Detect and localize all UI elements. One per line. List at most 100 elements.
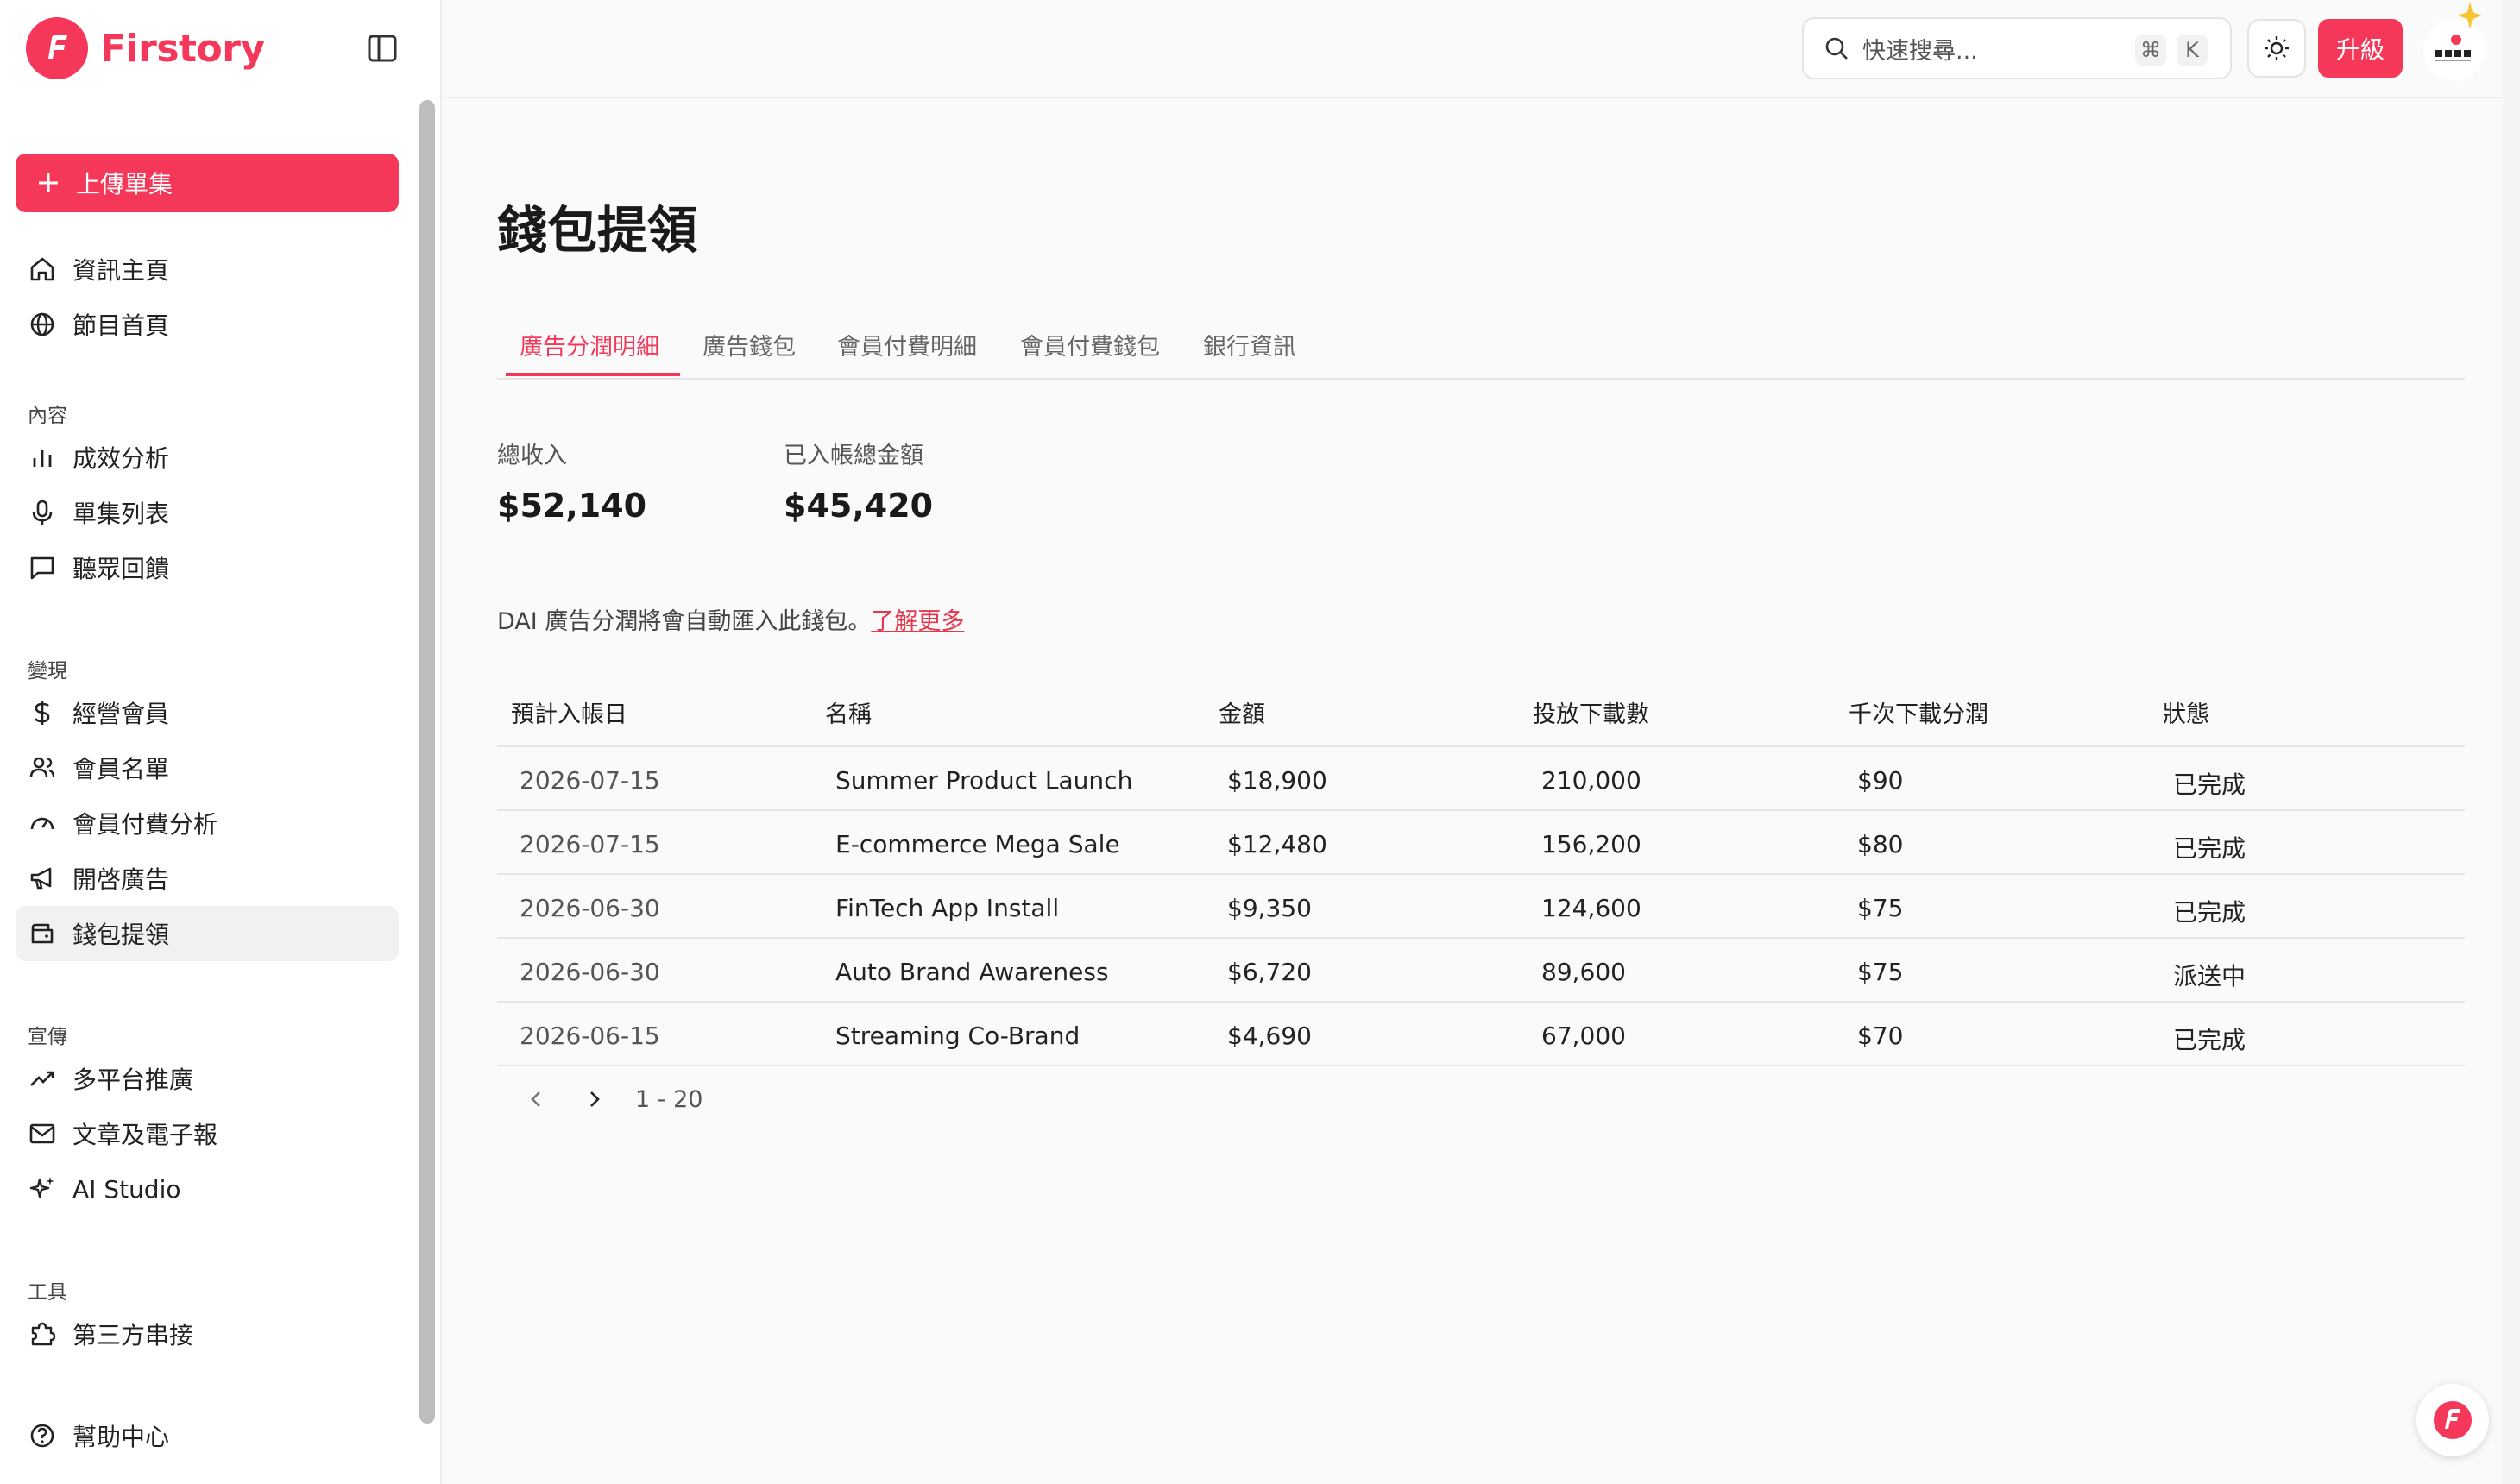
cell-amount: $4,690 <box>1227 1022 1312 1050</box>
cell-cpm: $70 <box>1857 1022 1904 1050</box>
total-income-value: $52,140 <box>497 487 647 525</box>
sidebar-scrollbar[interactable] <box>419 100 435 1424</box>
sidebar-item-membership[interactable]: 經營會員 <box>16 685 399 740</box>
shortcut-cmd-key: ⌘ <box>2135 35 2166 66</box>
sidebar-item-ai-studio[interactable]: AI Studio <box>16 1161 399 1217</box>
sidebar-item-multiplatform[interactable]: 多平台推廣 <box>16 1051 399 1106</box>
table-row[interactable]: 2026-07-15 Summer Product Launch $18,900 21… <box>497 747 2465 811</box>
sidebar-item-integrations[interactable]: 第三方串接 <box>16 1306 399 1361</box>
page-scrollbar[interactable] <box>2503 0 2520 1484</box>
app-root: Firstory 上傳單集 資訊主頁 節目首頁 內容 成效分析 單集列表 聽眾回… <box>0 0 2520 1484</box>
nav-section-promotion: 宣傳 多平台推廣 文章及電子報 AI Studio <box>16 1020 399 1217</box>
brand-logo[interactable]: Firstory <box>26 17 265 79</box>
sidebar-item-member-list[interactable]: 會員名單 <box>16 740 399 795</box>
sidebar-item-ads[interactable]: 開啓廣告 <box>16 851 399 906</box>
sidebar-item-label: 成效分析 <box>72 444 170 473</box>
tab-membership-wallet[interactable]: 會員付費錢包 <box>1020 328 1160 380</box>
nav-top: 資訊主頁 節目首頁 <box>16 242 399 352</box>
search-placeholder: 快速搜尋... <box>1862 37 1978 65</box>
table-header: 預計入帳日 名稱 金額 投放下載數 千次下載分潤 狀態 <box>497 685 2465 747</box>
column-header-cpm[interactable]: 千次下載分潤 <box>1849 695 1988 729</box>
help-chat-button[interactable] <box>2416 1384 2489 1456</box>
sidebar: Firstory 上傳單集 資訊主頁 節目首頁 內容 成效分析 單集列表 聽眾回… <box>0 0 442 1484</box>
chevron-left-icon[interactable] <box>521 1084 552 1115</box>
cell-status: 已完成 <box>2173 834 2246 863</box>
upload-episode-button[interactable]: 上傳單集 <box>16 154 399 212</box>
column-header-downloads[interactable]: 投放下載數 <box>1533 695 1649 729</box>
shortcut-k-key: K <box>2177 35 2208 66</box>
cell-status: 已完成 <box>2173 1026 2246 1054</box>
revenue-table: 預計入帳日 名稱 金額 投放下載數 千次下載分潤 狀態 2026-07-15 Su… <box>497 685 2465 1066</box>
column-header-date[interactable]: 預計入帳日 <box>511 695 627 729</box>
cell-downloads: 210,000 <box>1541 766 1641 795</box>
table-row[interactable]: 2026-06-15 Streaming Co-Brand $4,690 67,000… <box>497 1003 2465 1066</box>
wallet-icon <box>31 923 54 944</box>
plus-icon <box>39 173 58 192</box>
tab-membership-details[interactable]: 會員付費明細 <box>837 328 977 380</box>
sidebar-item-episodes[interactable]: 單集列表 <box>16 485 399 540</box>
sidebar-item-dashboard[interactable]: 資訊主頁 <box>16 242 399 297</box>
sidebar-item-label: 幫助中心 <box>72 1423 170 1451</box>
cell-date: 2026-06-30 <box>520 894 660 922</box>
sidebar-item-help[interactable]: 幫助中心 <box>16 1408 399 1463</box>
sidebar-item-label: 經營會員 <box>72 700 170 728</box>
column-header-name[interactable]: 名稱 <box>825 695 872 729</box>
section-title: 變現 <box>28 660 67 682</box>
cell-amount: $9,350 <box>1227 894 1312 922</box>
sidebar-item-newsletter[interactable]: 文章及電子報 <box>16 1106 399 1161</box>
users-icon <box>29 757 55 778</box>
sidebar-toggle-icon[interactable] <box>366 33 402 64</box>
dollar-icon <box>34 701 50 725</box>
sparkles-icon <box>29 1177 54 1198</box>
puzzle-icon <box>31 1322 56 1346</box>
credited-total-value: $45,420 <box>784 487 934 525</box>
table-row[interactable]: 2026-06-30 FinTech App Install $9,350 124,6… <box>497 875 2465 939</box>
chevron-right-icon[interactable] <box>578 1084 609 1115</box>
cell-amount: $12,480 <box>1227 830 1327 858</box>
table-row[interactable]: 2026-07-15 E-commerce Mega Sale $12,480 156… <box>497 811 2465 875</box>
tab-bank-info[interactable]: 銀行資訊 <box>1203 328 1296 380</box>
page-title: 錢包提領 <box>497 201 698 260</box>
tab-ad-wallet[interactable]: 廣告錢包 <box>702 328 796 380</box>
sidebar-item-label: 單集列表 <box>72 500 170 528</box>
credited-total-label: 已入帳總金額 <box>784 443 923 469</box>
cell-amount: $18,900 <box>1227 766 1327 795</box>
cell-downloads: 67,000 <box>1541 1022 1626 1050</box>
cell-cpm: $75 <box>1857 894 1904 922</box>
cell-date: 2026-07-15 <box>520 766 660 795</box>
cell-downloads: 89,600 <box>1541 958 1626 986</box>
table-row[interactable]: 2026-06-30 Auto Brand Awareness $6,720 89,6… <box>497 939 2465 1003</box>
column-header-amount[interactable]: 金額 <box>1219 695 1265 729</box>
search-input[interactable]: 快速搜尋... ⌘ K <box>1802 17 2232 79</box>
cell-date: 2026-06-30 <box>520 958 660 986</box>
sidebar-item-show-home[interactable]: 節目首頁 <box>16 297 399 352</box>
cell-name: Auto Brand Awareness <box>835 958 1109 986</box>
bar-chart-icon <box>33 450 52 467</box>
sidebar-item-wallet[interactable]: 錢包提領 <box>16 906 399 961</box>
sidebar-item-member-analytics[interactable]: 會員付費分析 <box>16 795 399 851</box>
nav-section-monetize: 變現 經營會員 會員名單 會員付費分析 開啓廣告 錢包提領 <box>16 654 399 961</box>
learn-more-link[interactable]: 了解更多 <box>871 608 964 635</box>
upgrade-button[interactable]: 升級 <box>2318 19 2403 78</box>
section-title: 宣傳 <box>28 1026 67 1048</box>
upload-episode-label: 上傳單集 <box>76 170 173 198</box>
cell-status: 已完成 <box>2173 770 2246 799</box>
cell-name: FinTech App Install <box>835 894 1060 922</box>
sidebar-item-label: 多平台推廣 <box>72 1066 194 1094</box>
sidebar-item-analytics[interactable]: 成效分析 <box>16 430 399 485</box>
tab-ad-revenue-details[interactable]: 廣告分潤明細 <box>520 328 659 380</box>
notice-text: DAI 廣告分潤將會自動匯入此錢包。 <box>497 608 872 635</box>
microphone-icon <box>32 500 53 525</box>
theme-toggle-button[interactable] <box>2247 19 2306 78</box>
cell-status: 已完成 <box>2173 898 2246 927</box>
sidebar-item-label: 文章及電子報 <box>72 1121 218 1149</box>
help-circle-icon <box>30 1424 54 1448</box>
cell-cpm: $90 <box>1857 766 1904 795</box>
sparkle-badge-icon <box>2458 2 2482 29</box>
section-title: 工具 <box>28 1281 67 1304</box>
firstory-chat-icon <box>2434 1401 2472 1439</box>
sidebar-item-feedback[interactable]: 聽眾回饋 <box>16 540 399 595</box>
total-income-label: 總收入 <box>497 443 567 469</box>
column-header-status[interactable]: 狀態 <box>2163 695 2209 729</box>
mail-icon <box>29 1123 55 1144</box>
